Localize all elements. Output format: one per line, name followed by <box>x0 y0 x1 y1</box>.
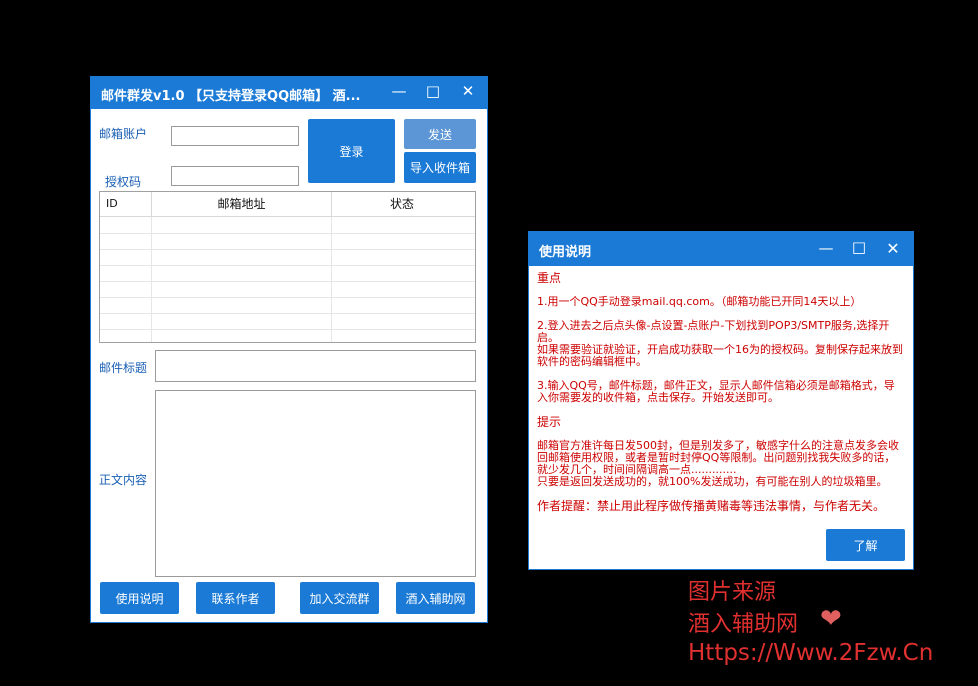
table-header: ID 邮箱地址 状态 <box>100 192 475 217</box>
maximize-icon[interactable]: □ <box>849 238 869 256</box>
table-cell <box>152 265 332 281</box>
help-step-3: 3.输入QQ号，邮件标题，邮件正文，显示人邮件信箱必须是邮箱格式，导入你需要发的… <box>537 379 895 404</box>
table-cell <box>332 297 472 313</box>
watermark-url: Https://Www.2Fzw.Cn <box>688 640 934 666</box>
table-cell <box>100 313 152 329</box>
help-step-2: 2.登入进去之后点头像-点设置-点账户-下划找到POP3/SMTP服务,选择开启… <box>537 319 903 368</box>
help-author-warning: 作者提醒：禁止用此程序做传播黄赌毒等违法事情，与作者无关。 <box>537 499 886 513</box>
main-titlebar[interactable]: 邮件群发v1.0 【只支持登录QQ邮箱】 酒... — □ ✕ <box>91 77 487 109</box>
table-row[interactable] <box>100 217 475 234</box>
table-cell <box>332 281 472 297</box>
body-label: 正文内容 <box>99 473 148 487</box>
import-recipients-button[interactable]: 导入收件箱 <box>404 152 476 183</box>
login-button[interactable]: 登录 <box>308 119 395 183</box>
help-dialog: 使用说明 — □ ✕ 重点 1.用一个QQ手动登录mail.qq.com。（邮箱… <box>528 231 914 570</box>
help-step-1: 1.用一个QQ手动登录mail.qq.com。（邮箱功能已开同14天以上） <box>537 295 862 308</box>
column-header-email[interactable]: 邮箱地址 <box>152 192 332 216</box>
table-cell <box>152 217 332 233</box>
table-cell <box>332 217 472 233</box>
watermark-source-label: 图片来源 <box>688 580 777 605</box>
close-icon[interactable]: ✕ <box>458 82 478 100</box>
minimize-icon[interactable]: — <box>816 239 836 257</box>
table-cell <box>152 297 332 313</box>
help-titlebar[interactable]: 使用说明 — □ ✕ <box>529 232 913 266</box>
table-cell <box>152 281 332 297</box>
table-cell <box>100 297 152 313</box>
table-cell <box>152 249 332 265</box>
table-cell <box>152 313 332 329</box>
join-group-button[interactable]: 加入交流群 <box>300 582 379 614</box>
help-heading-key-points: 重点 <box>537 271 562 285</box>
table-cell <box>100 217 152 233</box>
account-input[interactable] <box>171 126 299 146</box>
table-row[interactable] <box>100 233 475 250</box>
send-button[interactable]: 发送 <box>404 119 476 149</box>
table-cell <box>100 265 152 281</box>
table-row[interactable] <box>100 313 475 330</box>
table-cell <box>100 329 152 342</box>
account-label: 邮箱账户 <box>99 127 148 141</box>
table-row[interactable] <box>100 329 475 342</box>
column-header-id[interactable]: ID <box>100 192 152 216</box>
table-row[interactable] <box>100 281 475 298</box>
auth-code-input[interactable] <box>171 166 299 186</box>
table-cell <box>152 233 332 249</box>
heart-icon: ❤ <box>820 604 842 634</box>
table-cell <box>332 265 472 281</box>
table-cell <box>332 249 472 265</box>
ok-understood-button[interactable]: 了解 <box>826 529 905 561</box>
table-cell <box>152 329 332 342</box>
help-heading-tips: 提示 <box>537 415 562 429</box>
table-row[interactable] <box>100 297 475 314</box>
subject-input[interactable] <box>155 350 476 382</box>
body-textarea[interactable] <box>155 390 476 577</box>
table-cell <box>100 249 152 265</box>
minimize-icon[interactable]: — <box>389 82 409 100</box>
table-cell <box>332 313 472 329</box>
mail-sender-window: 邮件群发v1.0 【只支持登录QQ邮箱】 酒... — □ ✕ 邮箱账户 授权码… <box>90 76 488 623</box>
contact-author-button[interactable]: 联系作者 <box>196 582 275 614</box>
column-header-status[interactable]: 状态 <box>332 192 472 216</box>
helper-site-button[interactable]: 酒入辅助网 <box>396 582 475 614</box>
help-tips-text: 邮箱官方准许每日发500封，但是别发多了，敏感字什么的注意点发多会收回邮箱使用权… <box>537 439 899 488</box>
recipient-table[interactable]: ID 邮箱地址 状态 <box>99 191 476 343</box>
maximize-icon[interactable]: □ <box>423 82 443 100</box>
table-cell <box>100 281 152 297</box>
table-cell <box>332 329 472 342</box>
auth-code-label: 授权码 <box>105 175 142 189</box>
help-content: 重点 1.用一个QQ手动登录mail.qq.com。（邮箱功能已开同14天以上）… <box>537 272 903 524</box>
table-row[interactable] <box>100 265 475 282</box>
table-cell <box>332 233 472 249</box>
close-icon[interactable]: ✕ <box>883 239 903 258</box>
table-row[interactable] <box>100 249 475 266</box>
main-window-title: 邮件群发v1.0 【只支持登录QQ邮箱】 酒... <box>101 89 361 104</box>
watermark-site-name: 酒入辅助网 <box>688 612 799 637</box>
desktop: { "main_window": { "title": "邮件群发v1.0 【只… <box>0 0 978 686</box>
help-dialog-title: 使用说明 <box>539 245 592 260</box>
usage-guide-button[interactable]: 使用说明 <box>100 582 179 614</box>
subject-label: 邮件标题 <box>99 361 148 375</box>
table-cell <box>100 233 152 249</box>
